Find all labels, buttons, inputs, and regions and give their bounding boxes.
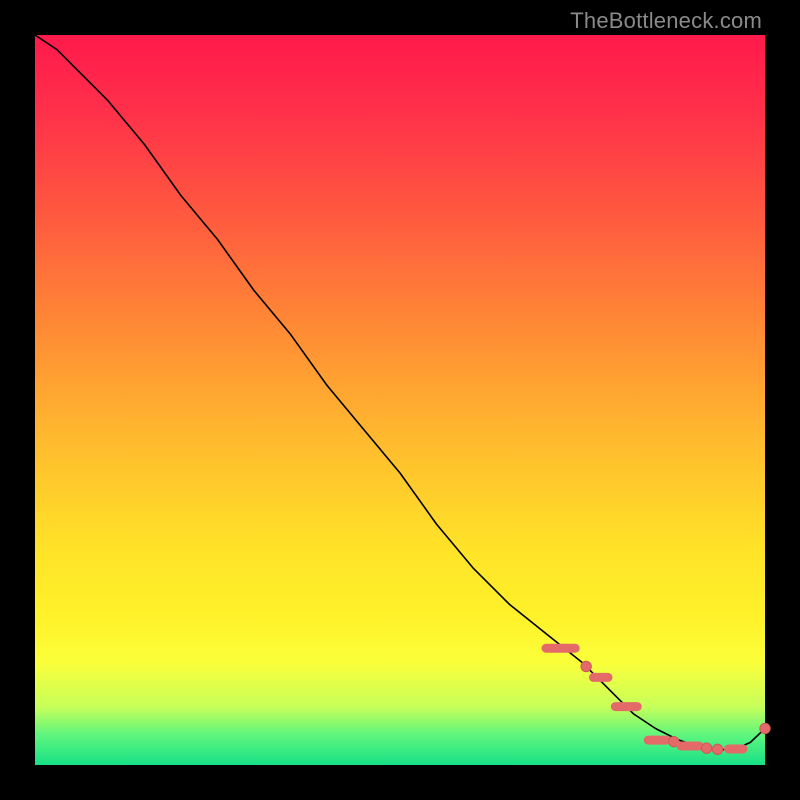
watermark-text: TheBottleneck.com	[570, 8, 762, 34]
data-marker-dot	[712, 744, 722, 754]
data-marker-dot	[760, 723, 770, 733]
data-marker-dot	[581, 661, 591, 671]
bottleneck-curve	[35, 35, 765, 750]
plot-svg	[35, 35, 765, 765]
data-marker-dot	[701, 743, 711, 753]
data-markers	[546, 648, 770, 754]
chart-frame: TheBottleneck.com	[0, 0, 800, 800]
plot-area	[35, 35, 765, 765]
